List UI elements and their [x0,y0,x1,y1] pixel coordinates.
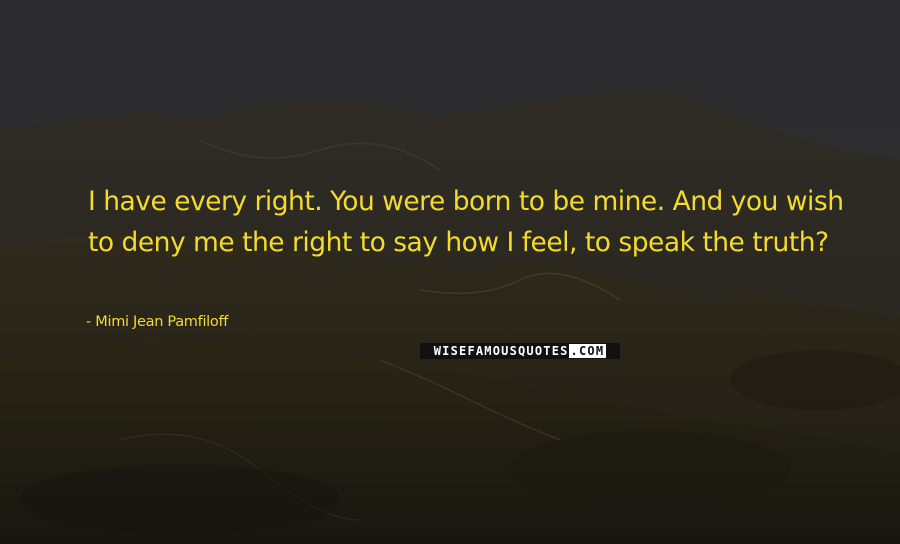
quote-author: - Mimi Jean Pamfiloff [86,312,228,332]
watermark-main: WISEFAMOUSQUOTES [433,344,569,358]
site-watermark: WISEFAMOUSQUOTES .COM [420,343,620,359]
background-landscape: I have every right. You were born to be … [0,0,900,544]
author-dash: - [86,314,96,330]
watermark-tld: .COM [568,344,607,358]
author-name: Mimi Jean Pamfiloff [95,314,229,330]
mountain-landscape-image [0,0,900,544]
quote-text: I have every right. You were born to be … [88,186,844,258]
